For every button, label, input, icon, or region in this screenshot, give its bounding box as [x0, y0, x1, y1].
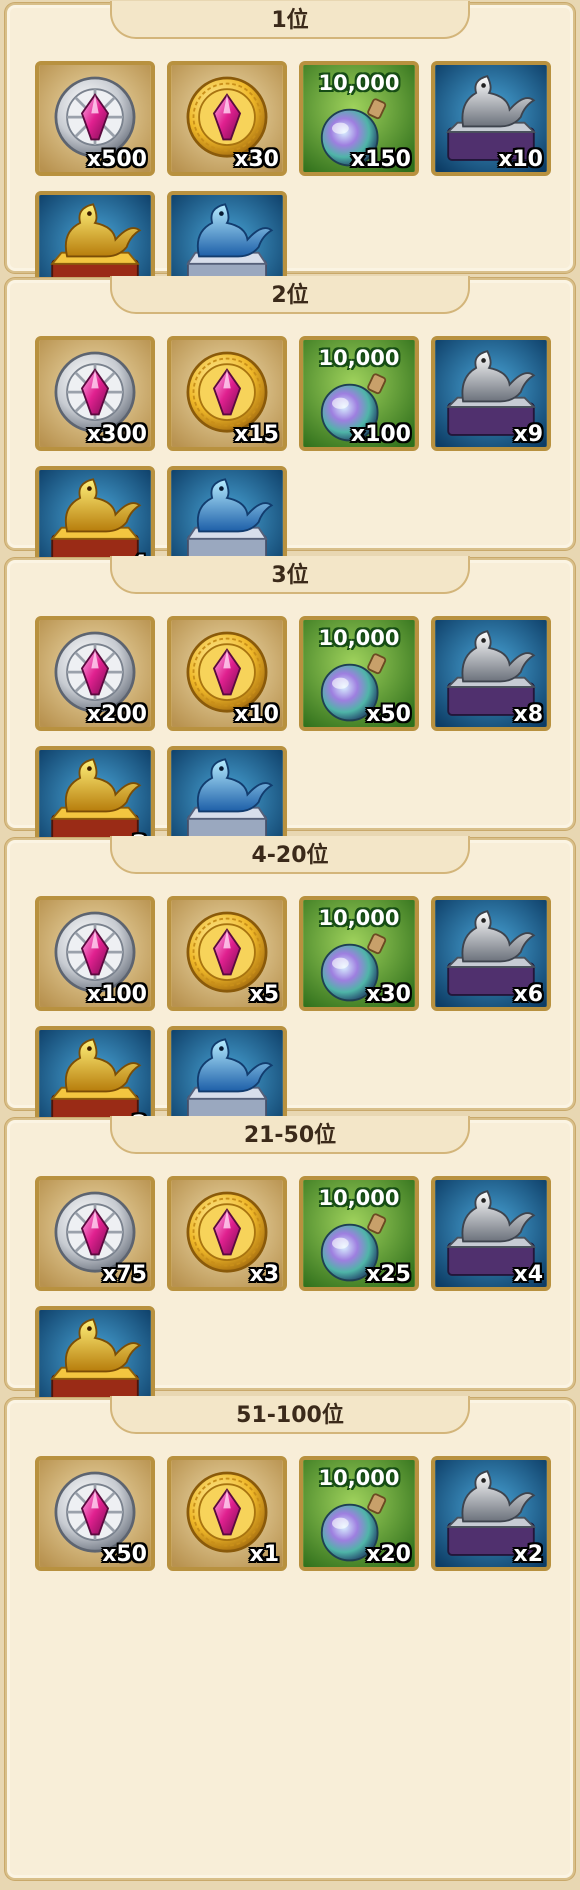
reward-count: x20 — [366, 1542, 411, 1567]
reward-item[interactable]: x8 — [431, 616, 551, 731]
reward-item[interactable]: x15 — [167, 336, 287, 451]
reward-count: x10 — [234, 702, 279, 727]
rank-title: 3位 — [110, 556, 470, 594]
reward-count: x75 — [102, 1262, 147, 1287]
reward-item[interactable]: x3 — [167, 1176, 287, 1291]
reward-count: x25 — [366, 1262, 411, 1287]
rank-section: 3位 x200 x10 10,000x50 x8 x3 — [5, 556, 575, 861]
reward-item[interactable]: x100 — [35, 896, 155, 1011]
rank-title: 51-100位 — [110, 1396, 470, 1434]
reward-count: x300 — [86, 422, 147, 447]
reward-item[interactable]: x1 — [167, 1456, 287, 1571]
reward-count: x50 — [102, 1542, 147, 1567]
rank-title: 21-50位 — [110, 1116, 470, 1154]
reward-count: x500 — [86, 147, 147, 172]
reward-count: x8 — [513, 702, 544, 727]
reward-count: x1 — [249, 1542, 280, 1567]
reward-item[interactable]: 10,000 x20 — [299, 1456, 419, 1571]
reward-count: x4 — [513, 1262, 544, 1287]
rank-section: 4-20位 x100 x5 10,000x30 x6 x2 — [5, 836, 575, 1141]
rank-section: 1位 x500 x30 10,000x150 x10 x5 — [5, 1, 575, 306]
reward-item[interactable]: x4 — [431, 1176, 551, 1291]
reward-count: x10 — [498, 147, 543, 172]
reward-item[interactable]: x5 — [167, 896, 287, 1011]
potion-amount-label: 10,000 — [318, 626, 400, 650]
rank-title: 2位 — [110, 276, 470, 314]
reward-item[interactable]: x10 — [431, 61, 551, 176]
reward-count: x200 — [86, 702, 147, 727]
reward-item[interactable]: 10,000 x50 — [299, 616, 419, 731]
reward-item[interactable]: x9 — [431, 336, 551, 451]
rank-section: 21-50位 x75 x3 10,000 x25 x4 — [5, 1116, 575, 1421]
reward-count: x100 — [350, 422, 411, 447]
reward-list: 1位 x500 x30 10,000 x150 x10 x5 2位 — [0, 0, 580, 1890]
reward-count: x30 — [366, 982, 411, 1007]
rank-title: 4-20位 — [110, 836, 470, 874]
rank-section: 51-100位 x50 x1 10,000 x20 x2 — [5, 1396, 575, 1880]
rank-title: 1位 — [110, 1, 470, 39]
potion-amount-label: 10,000 — [318, 906, 400, 930]
reward-count: x150 — [350, 147, 411, 172]
reward-count: x5 — [249, 982, 280, 1007]
reward-count: x30 — [234, 147, 279, 172]
reward-count: x3 — [249, 1262, 280, 1287]
reward-item[interactable]: x10 — [167, 616, 287, 731]
reward-item[interactable]: 10,000 x30 — [299, 896, 419, 1011]
reward-item[interactable]: x300 — [35, 336, 155, 451]
potion-amount-label: 10,000 — [318, 1466, 400, 1490]
reward-count: x2 — [513, 1542, 544, 1567]
reward-item[interactable]: x2 — [431, 1456, 551, 1571]
potion-amount-label: 10,000 — [318, 1186, 400, 1210]
reward-item[interactable]: x6 — [431, 896, 551, 1011]
reward-item[interactable]: 10,000 x100 — [299, 336, 419, 451]
reward-item[interactable]: 10,000 x25 — [299, 1176, 419, 1291]
reward-count: x50 — [366, 702, 411, 727]
rank-section: 2位 x300 x15 10,000x100 x9 x4 — [5, 276, 575, 581]
reward-item[interactable]: x75 — [35, 1176, 155, 1291]
reward-item[interactable]: x200 — [35, 616, 155, 731]
reward-count: x6 — [513, 982, 544, 1007]
reward-count: x15 — [234, 422, 279, 447]
reward-item[interactable]: 10,000 x150 — [299, 61, 419, 176]
reward-count: x100 — [86, 982, 147, 1007]
reward-item[interactable]: x500 — [35, 61, 155, 176]
potion-amount-label: 10,000 — [318, 71, 400, 95]
reward-count: x9 — [513, 422, 544, 447]
reward-item[interactable]: x30 — [167, 61, 287, 176]
potion-amount-label: 10,000 — [318, 346, 400, 370]
reward-item[interactable]: x50 — [35, 1456, 155, 1571]
